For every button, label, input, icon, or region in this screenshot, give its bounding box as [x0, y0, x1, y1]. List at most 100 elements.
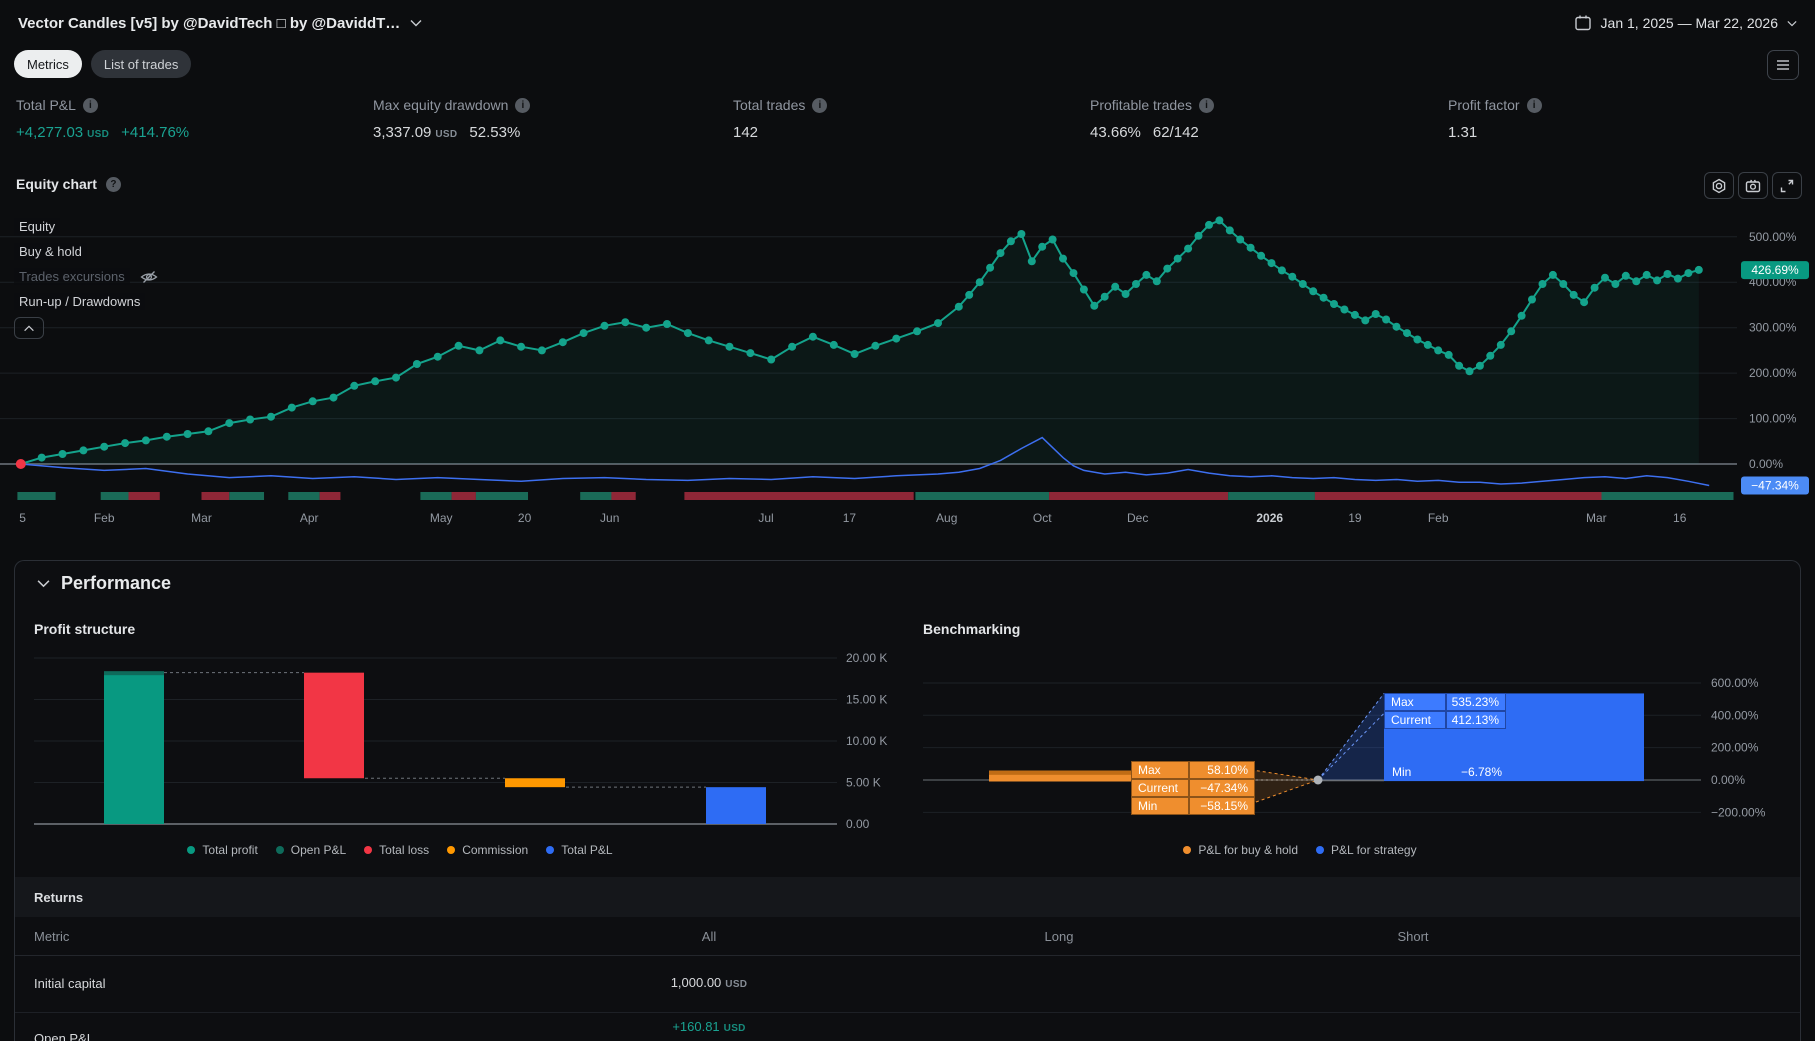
- profit-structure-legend: Total profit Open P&L Total loss Commiss…: [15, 843, 785, 857]
- table-layout-button[interactable]: [1767, 50, 1799, 80]
- svg-text:Aug: Aug: [936, 511, 957, 525]
- topbar: Vector Candles [v5] by @DavidTech □ by @…: [0, 0, 1815, 46]
- stat-label: Total trades: [733, 97, 806, 113]
- svg-text:−200.00%: −200.00%: [1711, 805, 1766, 819]
- info-icon[interactable]: i: [812, 97, 828, 113]
- strategy-dot: [1316, 846, 1325, 854]
- date-range-label: Jan 1, 2025 — Mar 22, 2026: [1600, 15, 1778, 31]
- chevron-down-icon: [37, 580, 50, 588]
- info-icon[interactable]: i: [1526, 97, 1542, 113]
- profit-structure-title: Profit structure: [34, 621, 136, 637]
- buyhold-dot: [1183, 846, 1192, 854]
- svg-text:Feb: Feb: [1428, 511, 1449, 525]
- report-tabs: Metrics List of trades: [0, 47, 205, 81]
- stat-value: +4,277.03: [16, 124, 84, 141]
- svg-text:0.00: 0.00: [846, 817, 870, 831]
- equity-chart-canvas[interactable]: 500.00%400.00%300.00%200.00%100.00%0.00%…: [0, 200, 1815, 535]
- info-icon[interactable]: i: [82, 97, 98, 113]
- chevron-up-icon: [24, 324, 34, 331]
- svg-text:−47.34%: −47.34%: [1751, 479, 1799, 493]
- total-profit-dot: [187, 846, 196, 854]
- benchmarking-chart[interactable]: 600.00% 400.00% 200.00% 0.00% −200.00%: [905, 641, 1795, 846]
- svg-text:10.00 K: 10.00 K: [846, 734, 887, 748]
- strategy-title-menu[interactable]: Vector Candles [v5] by @DavidTech □ by @…: [18, 15, 422, 32]
- column-metric: Metric: [34, 929, 70, 944]
- returns-section-header[interactable]: Returns: [15, 877, 1800, 917]
- stat-label: Max equity drawdown: [373, 97, 509, 113]
- svg-text:Mar: Mar: [191, 511, 212, 525]
- stat-profit-factor: Profit factor i 1.31: [1448, 97, 1542, 141]
- camera-icon: [1745, 179, 1761, 192]
- commission-dot: [447, 846, 456, 854]
- svg-text:May: May: [430, 511, 453, 525]
- svg-text:Feb: Feb: [94, 511, 115, 525]
- chevron-down-icon: [1787, 20, 1797, 26]
- legend-runup-drawdowns[interactable]: Run-up / Drawdowns: [14, 289, 158, 314]
- equity-chart-tools: [1704, 172, 1802, 199]
- svg-text:0.00%: 0.00%: [1711, 773, 1745, 787]
- legend-item[interactable]: P&L for buy & hold: [1183, 843, 1298, 857]
- svg-text:16: 16: [1673, 511, 1687, 525]
- info-icon[interactable]: i: [1198, 97, 1214, 113]
- performance-section: Performance Profit structure Benchmarkin…: [14, 560, 1801, 1041]
- svg-text:15.00 K: 15.00 K: [846, 693, 887, 707]
- svg-text:19: 19: [1348, 511, 1362, 525]
- svg-text:400.00%: 400.00%: [1711, 708, 1759, 722]
- rows-icon: [1777, 60, 1789, 70]
- strategy-tester-panel: Vector Candles [v5] by @DavidTech □ by @…: [0, 0, 1815, 1041]
- calendar-icon: [1574, 15, 1591, 31]
- stat-value: 43.66%: [1090, 124, 1141, 141]
- stat-label: Profitable trades: [1090, 97, 1192, 113]
- svg-text:5.00 K: 5.00 K: [846, 776, 881, 790]
- screenshot-button[interactable]: [1738, 172, 1768, 199]
- table-row-open-pnl: Open P&L +160.81 USD: [15, 1013, 1800, 1041]
- eye-off-icon[interactable]: [140, 270, 158, 284]
- stat-profitable-trades: Profitable trades i 43.66% 62/142: [1090, 97, 1214, 141]
- svg-text:300.00%: 300.00%: [1749, 321, 1797, 335]
- stat-label: Profit factor: [1448, 97, 1520, 113]
- info-icon[interactable]: i: [515, 97, 531, 113]
- strategy-title: Vector Candles [v5] by @DavidTech □ by @…: [18, 14, 401, 32]
- equity-chart: 500.00% 400.00% 300.00% 200.00% 100.00% 0.00%…: [0, 200, 1815, 535]
- legend-item[interactable]: Commission: [447, 843, 528, 857]
- svg-text:Dec: Dec: [1127, 511, 1148, 525]
- stat-max-drawdown: Max equity drawdown i 3,337.09 USD 52.53%: [373, 97, 531, 141]
- profit-structure-chart[interactable]: 20.00 K 15.00 K 10.00 K 5.00 K 0.00: [15, 641, 905, 846]
- fullscreen-button[interactable]: [1772, 172, 1802, 199]
- total-pnl-dot: [546, 846, 555, 854]
- performance-title: Performance: [61, 573, 172, 593]
- total-loss-dot: [364, 846, 373, 854]
- svg-text:20: 20: [518, 511, 532, 525]
- legend-buy-hold[interactable]: Buy & hold: [14, 239, 158, 264]
- svg-text:2026: 2026: [1256, 511, 1283, 525]
- legend-item[interactable]: Total P&L: [546, 843, 613, 857]
- legend-item[interactable]: Total profit: [187, 843, 258, 857]
- legend-item[interactable]: Open P&L: [275, 843, 346, 857]
- performance-header[interactable]: Performance: [37, 573, 171, 594]
- stat-value: 1.31: [1448, 124, 1478, 141]
- legend-trades-excursions[interactable]: Trades excursions: [14, 264, 158, 289]
- svg-text:Apr: Apr: [300, 511, 319, 525]
- tab-list-of-trades[interactable]: List of trades: [90, 50, 192, 78]
- tab-metrics[interactable]: Metrics: [14, 50, 82, 78]
- svg-text:500.00%: 500.00%: [1749, 230, 1797, 244]
- help-icon[interactable]: ?: [105, 176, 121, 192]
- chart-settings-button[interactable]: [1704, 172, 1734, 199]
- expand-icon: [1780, 179, 1794, 192]
- buyhold-range-table: Max 58.10% Current −47.34% Min −58.15%: [1131, 761, 1255, 815]
- collapse-legend-button[interactable]: [14, 317, 44, 339]
- stat-value: 3,337.09: [373, 124, 432, 141]
- equity-chart-title: Equity chart: [16, 176, 97, 192]
- legend-equity[interactable]: Equity: [14, 214, 158, 239]
- column-short: Short: [1397, 929, 1429, 944]
- legend-item[interactable]: P&L for strategy: [1316, 843, 1417, 857]
- chevron-down-icon: [410, 20, 422, 27]
- summary-stats-row: Total P&L i +4,277.03 USD +414.76% Max equi…: [0, 97, 1815, 163]
- returns-table-header: Metric All Long Short: [15, 917, 1800, 956]
- legend-item[interactable]: Total loss: [364, 843, 429, 857]
- svg-text:200.00%: 200.00%: [1749, 366, 1797, 380]
- svg-text:5: 5: [19, 511, 26, 525]
- stat-total-trades: Total trades i 142: [733, 97, 828, 141]
- column-long: Long: [1044, 929, 1074, 944]
- date-range-picker[interactable]: Jan 1, 2025 — Mar 22, 2026: [1574, 14, 1797, 32]
